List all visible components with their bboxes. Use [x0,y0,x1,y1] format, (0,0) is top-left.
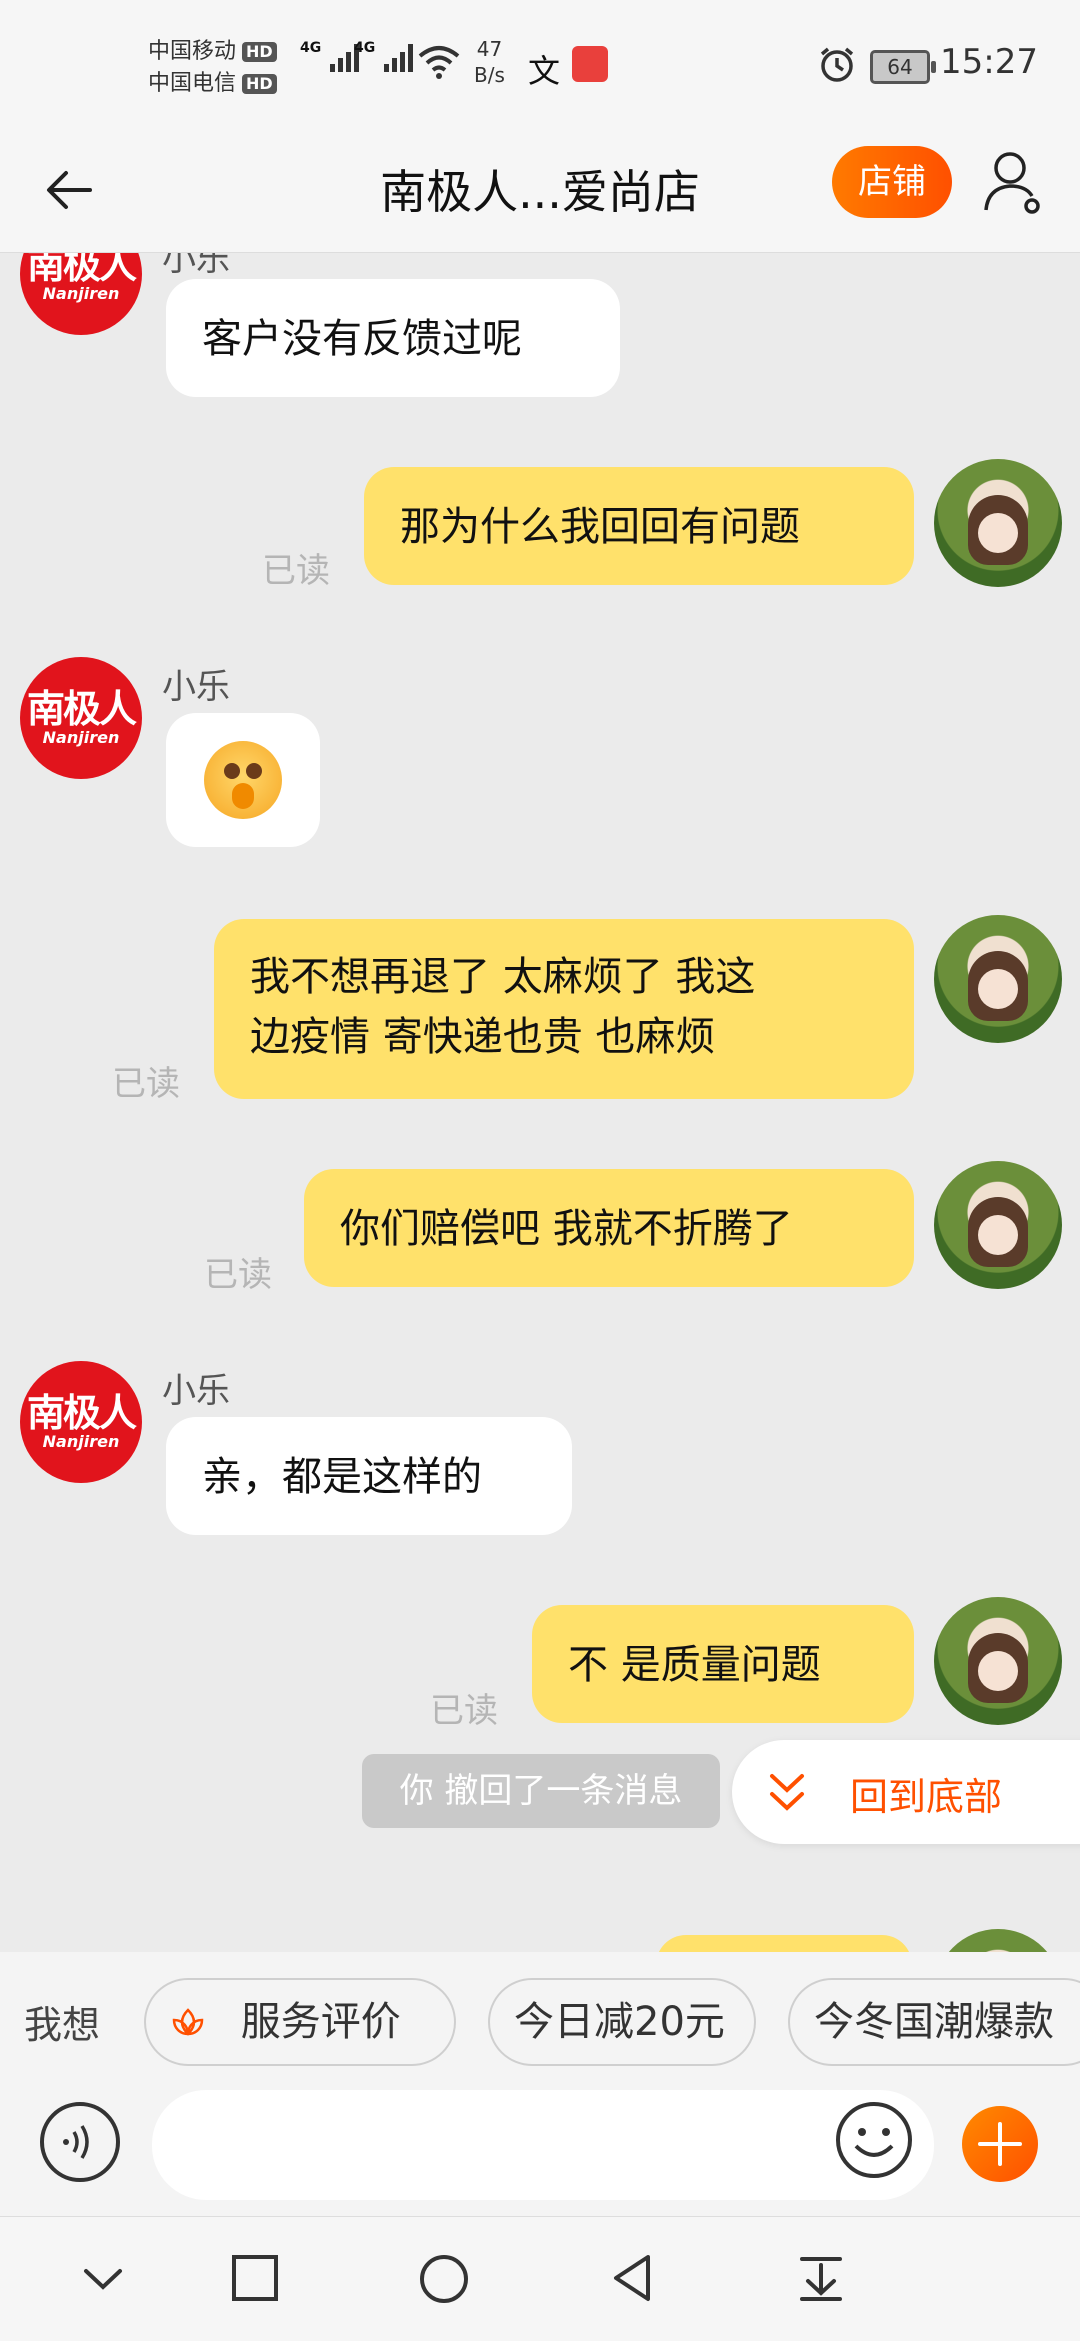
read-status: 已读 [204,1255,272,1295]
my-avatar [934,1929,1062,1953]
network-speed: 47 B/s [474,37,505,87]
chat-area[interactable]: 南极人 Nanjiren 小乐 客户没有反馈过呢 已读 那为什么我回回有问题 南… [0,253,1080,1953]
sender-name: 小乐 [162,667,230,707]
emoji-icon[interactable] [832,2098,916,2182]
voice-input-button[interactable] [40,2102,120,2182]
voice-icon [63,2125,89,2159]
battery-icon: 64 [870,50,936,84]
plus-icon [978,2122,1022,2166]
message-bubble-outgoing[interactable]: 我不想再退了 太麻烦了 我这 边疫情 寄快递也贵 也麻烦 [214,919,914,1099]
message-bubble-outgoing[interactable]: 不 是质量问题 [532,1605,914,1723]
hd-badge: HD [242,42,277,62]
carrier-1: 中国移动 [148,39,237,64]
shop-avatar[interactable]: 南极人 Nanjiren [20,657,142,779]
huawei-icon [572,46,608,82]
message-bubble-incoming[interactable]: 客户没有反馈过呢 [166,279,620,397]
message-bubble-outgoing[interactable]: 你们赔偿吧 我就不折腾了 [304,1169,914,1287]
sender-name: 小乐 [162,253,230,279]
my-avatar[interactable] [934,459,1062,587]
recall-notice: 你 撤回了一条消息 [362,1754,720,1828]
scroll-to-bottom-button[interactable]: 回到底部 [732,1740,1080,1844]
read-status: 已读 [430,1691,498,1731]
shop-button[interactable]: 店铺 [832,146,952,218]
chat-header: 南极人...爱尚店 店铺 [0,130,1080,253]
system-nav-bar [0,2216,1080,2341]
read-status: 已读 [262,551,330,591]
message-bubble-outgoing[interactable]: 那为什么我回回有问题 [364,467,914,585]
double-chevron-down-icon [770,1774,804,1811]
flower-icon [172,2008,204,2036]
my-avatar[interactable] [934,1161,1062,1289]
wifi-icon [418,46,460,79]
signal-icon: 4G [354,40,413,72]
trend-chip[interactable]: 今冬国潮爆款 [788,1978,1080,2066]
user-settings-icon[interactable] [982,148,1046,220]
input-bar [0,2082,1080,2216]
alarm-icon [820,47,854,82]
back-arrow-icon[interactable] [40,160,100,220]
clock: 15:27 [940,42,1038,82]
recent-apps-icon[interactable] [230,2253,280,2303]
more-options-button[interactable] [962,2106,1038,2182]
notification-pull-down-icon[interactable] [796,2253,846,2303]
service-review-chip[interactable]: 服务评价 [144,1978,456,2066]
carrier-info: 中国移动 HD 中国电信 HD [148,36,277,100]
chevron-down-icon[interactable] [78,2253,128,2303]
shop-avatar[interactable]: 南极人 Nanjiren [20,253,142,335]
my-avatar[interactable] [934,1597,1062,1725]
message-input[interactable] [152,2090,934,2200]
shy-face-emoji-icon [204,741,282,819]
message-bubble-incoming[interactable] [166,713,320,847]
discount-chip[interactable]: 今日减20元 [488,1978,756,2066]
home-icon[interactable] [418,2253,470,2305]
network-type: 4G [300,40,322,56]
sender-name: 小乐 [162,1371,230,1411]
hd-badge: HD [242,74,277,94]
message-bubble-outgoing [656,1935,912,1953]
quick-bar-label: 我想 [24,2003,101,2047]
network-type: 4G [354,40,376,56]
carrier-2: 中国电信 [148,71,237,96]
page-title: 南极人...爱尚店 [380,165,700,219]
status-bar: 中国移动 HD 中国电信 HD 4G 4G 47 B/s 文 64 15:27 [0,0,1080,130]
my-avatar[interactable] [934,915,1062,1043]
translate-icon: 文 [528,52,561,90]
back-icon[interactable] [608,2253,658,2303]
shop-avatar[interactable]: 南极人 Nanjiren [20,1361,142,1483]
quick-action-bar: 我想 服务评价 今日减20元 今冬国潮爆款 [0,1952,1080,2082]
read-status: 已读 [112,1064,180,1104]
scroll-to-bottom-label: 回到底部 [850,1775,1003,1819]
message-bubble-incoming[interactable]: 亲，都是这样的 [166,1417,572,1535]
